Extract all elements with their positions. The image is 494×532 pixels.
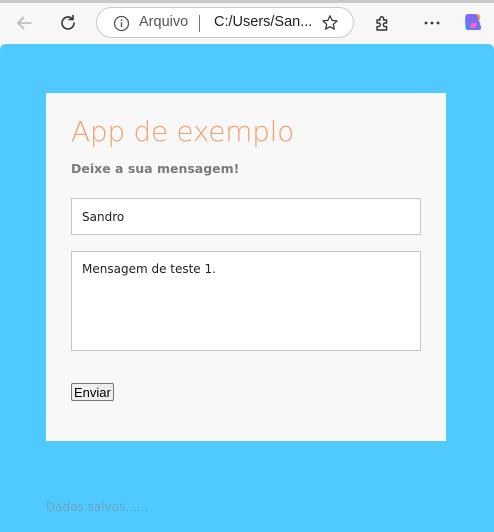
status-text: Dados salvos...... [46, 500, 149, 514]
browser-toolbar: Arquivo C:/Users/San... [0, 0, 494, 44]
address-bar[interactable]: Arquivo C:/Users/San... [96, 7, 354, 38]
page-body: App de exemplo Deixe a sua mensagem! Men… [0, 44, 494, 532]
name-input[interactable] [71, 198, 421, 235]
address-label: Arquivo [139, 14, 189, 30]
back-button[interactable] [9, 8, 39, 38]
favorite-star-icon[interactable] [321, 14, 339, 36]
message-textarea[interactable]: Mensagem de teste 1. [71, 251, 421, 351]
send-button[interactable]: Enviar [71, 383, 114, 401]
address-separator [199, 15, 200, 32]
form-card: App de exemplo Deixe a sua mensagem! Men… [46, 93, 446, 441]
refresh-button[interactable] [53, 8, 83, 38]
refresh-icon [58, 13, 78, 33]
tab-strip-edge [0, 0, 494, 3]
extensions-button[interactable] [368, 8, 398, 38]
url-text[interactable]: C:/Users/San... [214, 14, 312, 30]
copilot-button[interactable] [458, 8, 488, 38]
info-icon[interactable] [113, 15, 130, 36]
more-menu-icon [422, 13, 442, 33]
extensions-icon [373, 13, 393, 33]
app-title: App de exemplo [71, 115, 294, 148]
app-subtitle: Deixe a sua mensagem! [71, 161, 240, 176]
more-menu-button[interactable] [417, 8, 447, 38]
copilot-icon [462, 12, 484, 34]
back-arrow-icon [14, 13, 34, 33]
